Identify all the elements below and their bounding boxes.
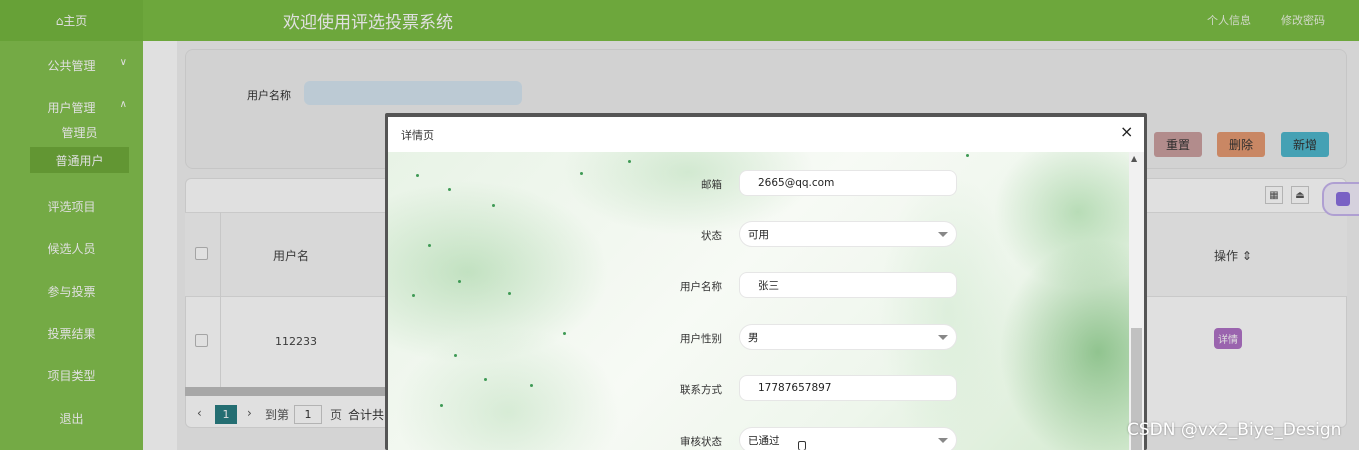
close-icon[interactable]: × bbox=[1120, 124, 1133, 140]
profile-link[interactable]: 个人信息 bbox=[1207, 12, 1251, 28]
decoration-speck bbox=[492, 204, 495, 207]
total-label: 合计共 bbox=[348, 408, 385, 422]
prev-page-icon[interactable]: ‹ bbox=[197, 406, 202, 420]
email-label: 邮箱 bbox=[701, 179, 722, 191]
decoration-speck bbox=[448, 188, 451, 191]
status-select-value: 可用 bbox=[748, 228, 769, 241]
modal-body bbox=[388, 152, 1129, 450]
page-suffix: 页 bbox=[330, 408, 343, 422]
decoration-speck bbox=[580, 172, 583, 175]
table-cell-username: 112233 bbox=[275, 335, 317, 348]
reset-button[interactable]: 重置 bbox=[1154, 132, 1202, 157]
column-header-actions[interactable]: 操作 ⇕ bbox=[1214, 247, 1252, 264]
decoration-speck bbox=[440, 404, 443, 407]
decoration-speck bbox=[966, 154, 969, 157]
status-select[interactable]: 可用 bbox=[739, 221, 957, 247]
goto-page-input[interactable]: 1 bbox=[294, 405, 322, 424]
detail-button[interactable]: 详情 bbox=[1214, 328, 1242, 349]
search-input[interactable] bbox=[304, 81, 522, 105]
delete-button[interactable]: 删除 bbox=[1217, 132, 1265, 157]
sidebar-item-vote[interactable]: 参与投票 bbox=[0, 276, 143, 306]
status-label: 状态 bbox=[701, 230, 722, 242]
page-number-current[interactable]: 1 bbox=[215, 405, 237, 424]
assistant-icon bbox=[1336, 192, 1350, 206]
decoration-speck bbox=[563, 332, 566, 335]
select-all-checkbox[interactable] bbox=[195, 247, 208, 260]
sidebar-item-project-types[interactable]: 项目类型 bbox=[0, 360, 143, 390]
sidebar-item-projects[interactable]: 评选项目 bbox=[0, 191, 143, 221]
username-label: 用户名称 bbox=[680, 281, 722, 293]
home-link[interactable]: ⌂主页 bbox=[0, 0, 143, 41]
goto-label: 到第 bbox=[265, 408, 290, 422]
caret-down-icon bbox=[938, 438, 948, 443]
app-title: 欢迎使用评选投票系统 bbox=[283, 13, 453, 33]
email-field[interactable]: 2665@qq.com bbox=[739, 170, 957, 196]
gender-select-value: 男 bbox=[748, 331, 759, 344]
sidebar-item-candidates[interactable]: 候选人员 bbox=[0, 233, 143, 263]
decoration-speck bbox=[412, 294, 415, 297]
mouse-cursor-icon bbox=[798, 441, 806, 450]
top-bar bbox=[0, 0, 1359, 41]
decoration-speck bbox=[484, 378, 487, 381]
column-header-username[interactable]: 用户名 bbox=[273, 247, 309, 264]
sidebar: 公共管理 ∨ 用户管理 ∧ 管理员 普通用户 评选项目 候选人员 参与投票 投票… bbox=[0, 41, 143, 450]
add-button[interactable]: 新增 bbox=[1281, 132, 1329, 157]
sidebar-item-label: 公共管理 bbox=[47, 58, 96, 73]
chevron-up-icon: ∧ bbox=[119, 99, 127, 110]
next-page-icon[interactable]: › bbox=[247, 406, 252, 420]
floating-assistant-button[interactable] bbox=[1322, 182, 1359, 216]
decoration-speck bbox=[454, 354, 457, 357]
export-icon[interactable]: ⏏ bbox=[1291, 186, 1309, 204]
modal-title: 详情页 bbox=[401, 129, 434, 142]
audit-status-select[interactable]: 已通过 bbox=[739, 427, 957, 450]
scroll-up-arrow-icon[interactable]: ▲ bbox=[1131, 154, 1137, 163]
chevron-down-icon: ∨ bbox=[119, 57, 127, 68]
search-label: 用户名称 bbox=[247, 89, 291, 102]
audit-status-select-value: 已通过 bbox=[748, 434, 780, 447]
sidebar-item-label: 用户管理 bbox=[47, 100, 96, 115]
sidebar-item-public[interactable]: 公共管理 ∨ bbox=[0, 50, 143, 80]
phone-field[interactable]: 17787657897 bbox=[739, 375, 957, 401]
sidebar-item-users[interactable]: 用户管理 ∧ bbox=[0, 92, 143, 122]
decoration-speck bbox=[458, 280, 461, 283]
gender-select[interactable]: 男 bbox=[739, 324, 957, 350]
audit-status-label: 审核状态 bbox=[680, 436, 722, 448]
sidebar-item-results[interactable]: 投票结果 bbox=[0, 318, 143, 348]
decoration-speck bbox=[628, 160, 631, 163]
decoration-speck bbox=[530, 384, 533, 387]
caret-down-icon bbox=[938, 335, 948, 340]
sidebar-subitem-normal-user[interactable]: 普通用户 bbox=[30, 147, 129, 173]
columns-icon[interactable]: ▦ bbox=[1265, 186, 1283, 204]
decoration-speck bbox=[416, 174, 419, 177]
phone-label: 联系方式 bbox=[680, 384, 722, 396]
gender-label: 用户性别 bbox=[680, 333, 722, 345]
sidebar-subitem-admin[interactable]: 管理员 bbox=[30, 119, 129, 145]
column-divider bbox=[220, 212, 221, 387]
change-password-link[interactable]: 修改密码 bbox=[1281, 12, 1325, 28]
username-field[interactable]: 张三 bbox=[739, 272, 957, 298]
sidebar-item-logout[interactable]: 退出 bbox=[0, 403, 143, 433]
decoration-speck bbox=[428, 244, 431, 247]
watermark: CSDN @vx2_Biye_Design bbox=[1127, 420, 1342, 440]
horizontal-scrollbar[interactable] bbox=[185, 387, 385, 396]
caret-down-icon bbox=[938, 232, 948, 237]
row-checkbox[interactable] bbox=[195, 334, 208, 347]
decoration-speck bbox=[508, 292, 511, 295]
